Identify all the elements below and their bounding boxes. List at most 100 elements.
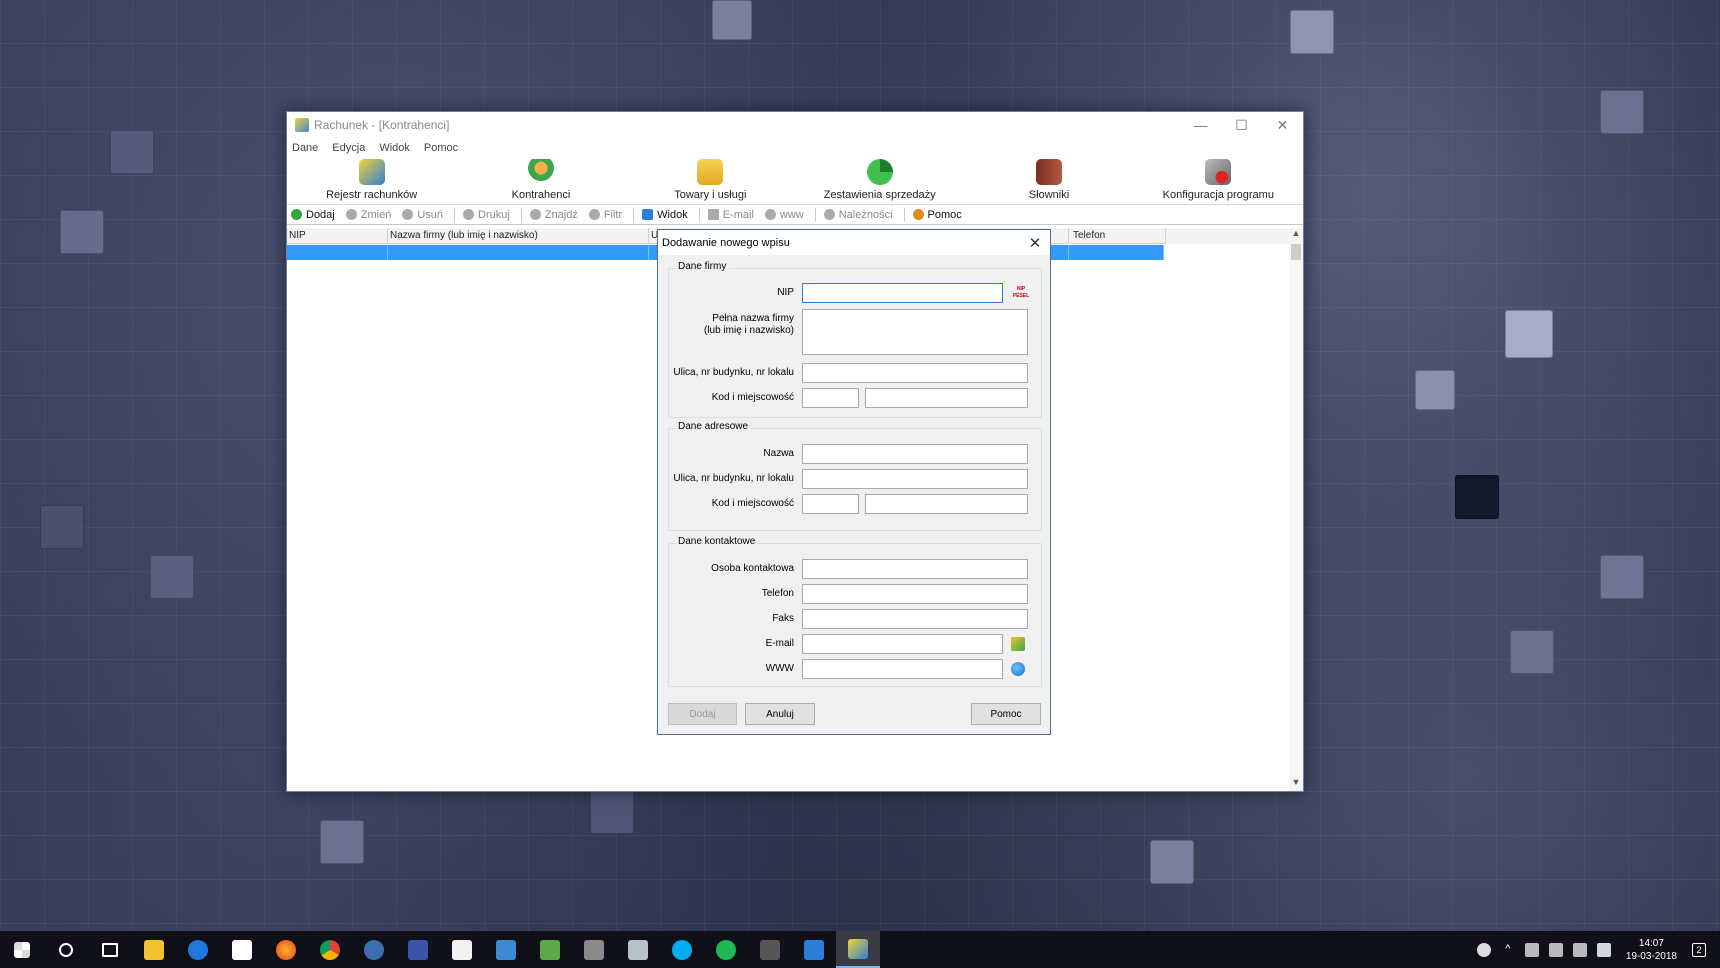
taskbar-app-6[interactable]	[484, 931, 528, 968]
taskbar-app-skype[interactable]	[660, 931, 704, 968]
taskbar-app-calculator[interactable]	[748, 931, 792, 968]
address-postal-city-label: Kod i miejscowość	[711, 498, 794, 509]
taskbar-app-9[interactable]	[616, 931, 660, 968]
program-config-button[interactable]: Konfiguracja programu	[1134, 157, 1303, 204]
view-button[interactable]: Widok	[642, 209, 688, 221]
taskbar-app-store[interactable]	[220, 931, 264, 968]
edit-button[interactable]: Zmień	[345, 209, 391, 221]
maximize-button[interactable]: ☐	[1221, 112, 1262, 138]
taskbar-app-firefox[interactable]	[264, 931, 308, 968]
cancel-button[interactable]: Anuluj	[745, 703, 815, 725]
menu-pomoc[interactable]: Pomoc	[424, 142, 458, 154]
notifications-icon[interactable]: 2	[1692, 942, 1706, 957]
skype-icon	[672, 939, 692, 960]
menu-edycja[interactable]: Edycja	[332, 142, 365, 154]
sales-reports-button[interactable]: Zestawienia sprzedaży	[795, 157, 964, 204]
search-icon	[59, 942, 73, 957]
task-view-button[interactable]	[88, 931, 132, 968]
taskbar-app-chrome[interactable]	[308, 931, 352, 968]
dialog-title: Dodawanie nowego wpisu	[662, 236, 790, 249]
open-website-icon[interactable]	[1011, 662, 1025, 676]
print-button[interactable]: Drukuj	[463, 209, 510, 221]
nip-pesel-icon[interactable]: NIP PESEL	[1010, 286, 1032, 300]
program-config-label: Konfiguracja programu	[1162, 189, 1274, 201]
paint-icon	[452, 939, 472, 960]
address-city-field[interactable]	[865, 494, 1028, 514]
postal-code-field[interactable]	[802, 388, 859, 408]
toolbar-separator	[698, 207, 700, 222]
taskbar-app-spotify[interactable]	[704, 931, 748, 968]
menu-widok[interactable]: Widok	[379, 142, 410, 154]
chevron-up-icon[interactable]: ^	[1501, 943, 1515, 957]
email-button[interactable]: E-mail	[707, 209, 754, 221]
contact-person-field[interactable]	[802, 559, 1028, 579]
street-field[interactable]	[802, 363, 1028, 383]
address-postal-code-field[interactable]	[802, 494, 859, 514]
scroll-down-icon[interactable]: ▼	[1289, 777, 1303, 791]
add-entry-button[interactable]: Dodaj	[668, 703, 737, 725]
goods-services-button[interactable]: Towary i usługi	[626, 157, 795, 204]
people-icon[interactable]	[1476, 942, 1491, 957]
email-field[interactable]	[802, 634, 1003, 654]
taskbar-search[interactable]	[44, 931, 88, 968]
taskbar-app-8[interactable]	[572, 931, 616, 968]
www-button[interactable]: www	[764, 209, 804, 221]
delete-icon	[402, 209, 414, 220]
title-bar[interactable]: Rachunek - [Kontrahenci] — ☐ ✕	[287, 112, 1303, 138]
nip-field[interactable]	[802, 283, 1003, 303]
scroll-up-icon[interactable]: ▲	[1289, 228, 1303, 242]
phone-field[interactable]	[802, 584, 1028, 604]
minimize-button[interactable]: —	[1180, 112, 1221, 138]
book-icon	[1035, 159, 1062, 185]
receipts-register-button[interactable]: Rejestr rachunków	[287, 157, 456, 204]
find-button[interactable]: Znajdź	[529, 209, 578, 221]
taskbar-app-10[interactable]	[792, 931, 836, 968]
taskbar-app-save[interactable]	[396, 931, 440, 968]
address-name-label: Nazwa	[763, 448, 794, 459]
address-street-field[interactable]	[802, 469, 1028, 489]
battery-icon[interactable]	[1524, 942, 1539, 957]
help-button[interactable]: Pomoc	[912, 209, 962, 221]
folder-icon	[697, 159, 724, 185]
add-entry-dialog: Dodawanie nowego wpisu ✕ Dane firmy NIP …	[657, 229, 1051, 735]
file-explorer-icon	[144, 939, 164, 960]
taskbar-app-thunderbird[interactable]	[352, 931, 396, 968]
dialog-title-bar[interactable]: Dodawanie nowego wpisu ✕	[658, 230, 1050, 255]
column-header-phone[interactable]: Telefon	[1071, 228, 1166, 244]
dialog-help-button[interactable]: Pomoc	[971, 703, 1041, 725]
dialog-close-icon[interactable]: ✕	[1020, 234, 1050, 252]
fax-field[interactable]	[802, 609, 1028, 629]
start-button[interactable]	[0, 931, 44, 968]
close-button[interactable]: ✕	[1262, 112, 1303, 138]
app2-icon	[540, 939, 560, 960]
contacts-button[interactable]: Kontrahenci	[456, 157, 625, 204]
receivables-button[interactable]: Należności	[823, 209, 893, 221]
column-header-name[interactable]: Nazwa firmy (lub imię i nazwisko)	[388, 228, 649, 244]
email-icon	[707, 209, 719, 220]
vertical-scrollbar[interactable]: ▲ ▼	[1289, 228, 1303, 791]
tools-icon	[1205, 159, 1232, 185]
app-icon	[295, 118, 309, 132]
add-button[interactable]: Dodaj	[291, 209, 335, 221]
clock[interactable]: 14:07 19-03-2018	[1626, 937, 1677, 963]
delete-button[interactable]: Usuń	[402, 209, 443, 221]
city-field[interactable]	[865, 388, 1028, 408]
menu-dane[interactable]: Dane	[292, 142, 318, 154]
send-email-icon[interactable]	[1011, 637, 1025, 651]
address-name-field[interactable]	[802, 444, 1028, 464]
taskbar-app-edge[interactable]	[176, 931, 220, 968]
column-header-nip[interactable]: NIP	[287, 228, 388, 244]
filter-button[interactable]: Filtr	[588, 209, 622, 221]
taskbar-app-7[interactable]	[528, 931, 572, 968]
taskbar-app-paint[interactable]	[440, 931, 484, 968]
wifi-icon[interactable]	[1548, 942, 1563, 957]
www-field[interactable]	[802, 659, 1003, 679]
volume-icon[interactable]	[1572, 942, 1587, 957]
taskbar-app-explorer[interactable]	[132, 931, 176, 968]
taskbar-app-rachunek[interactable]	[836, 931, 880, 968]
full-name-field[interactable]	[802, 309, 1028, 355]
dropbox-icon[interactable]	[1596, 942, 1611, 957]
scrollbar-thumb[interactable]	[1291, 244, 1301, 260]
dictionaries-button[interactable]: Słowniki	[964, 157, 1133, 204]
full-name-label: Pełna nazwa firmy (lub imię i nazwisko)	[703, 313, 794, 336]
